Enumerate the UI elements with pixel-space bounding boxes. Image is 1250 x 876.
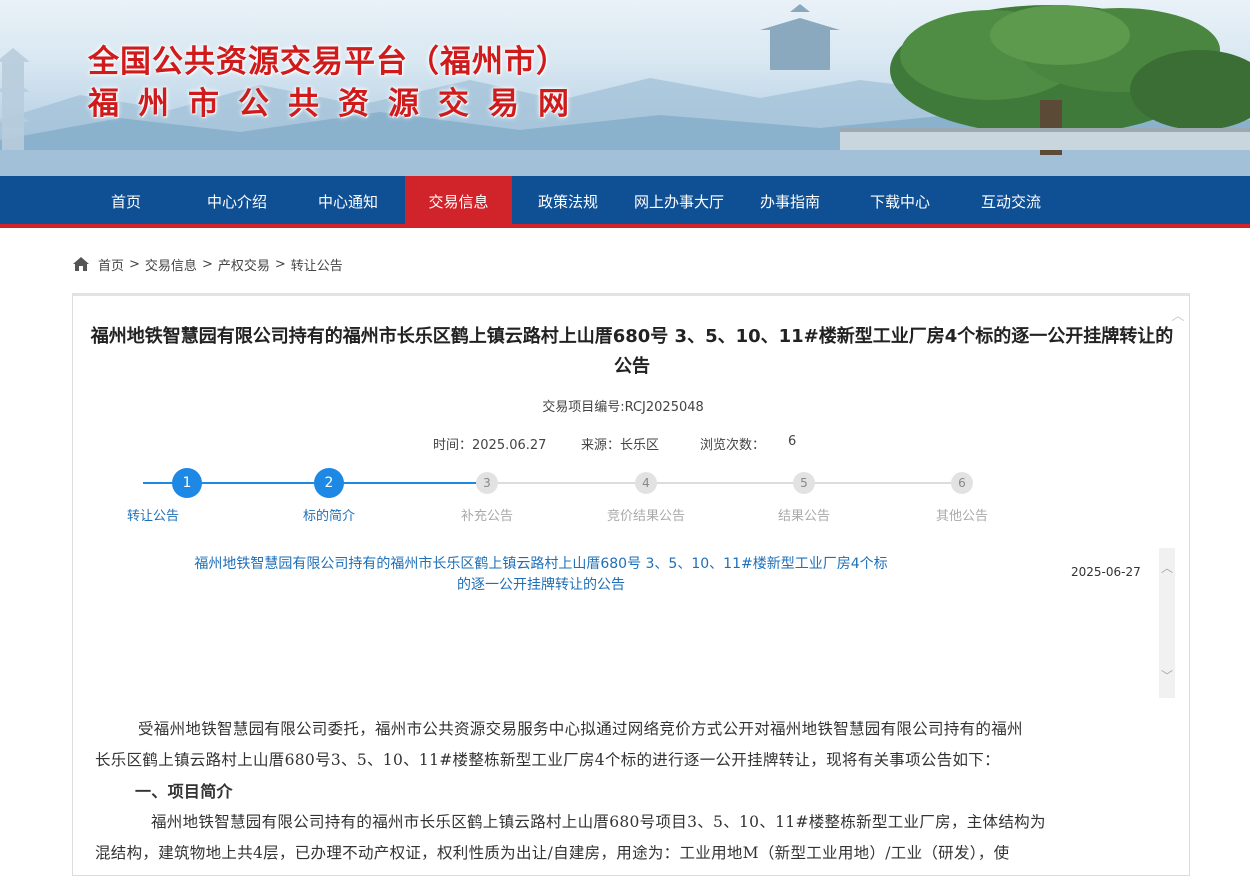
body-paragraph: 混结构，建筑物地上共4层，已办理不动产权证，权利性质为出让/自建房，用途为：工业… xyxy=(95,844,1010,862)
step-5-label[interactable]: 结果公告 xyxy=(734,505,874,524)
step-4-label[interactable]: 竞价结果公告 xyxy=(576,505,716,524)
chevron-up-icon[interactable]: ︿ xyxy=(1159,560,1175,576)
notice-scrollbar[interactable]: ︿ ﹀ xyxy=(1159,548,1175,698)
nav-item-interaction[interactable]: 互动交流 xyxy=(956,176,1066,228)
nav-item-trading-info[interactable]: 交易信息 xyxy=(405,176,512,228)
views-count: 6 xyxy=(788,434,797,449)
chevron-down-icon[interactable]: ﹀ xyxy=(1159,668,1175,684)
section-heading: 一、项目简介 xyxy=(135,782,233,801)
publish-time: 时间：2025.06.27 xyxy=(433,438,547,453)
article-title: 福州地铁智慧园有限公司持有的福州市长乐区鹤上镇云路村上山厝680号 3、5、10… xyxy=(90,326,1174,377)
article-body: 受福州地铁智慧园有限公司委托，福州市公共资源交易服务中心拟通过网络竞价方式公开对… xyxy=(95,714,1177,869)
nav-item-notices[interactable]: 中心通知 xyxy=(294,176,402,228)
source: 来源：长乐区 xyxy=(581,438,660,453)
body-paragraph: 福州地铁智慧园有限公司持有的福州市长乐区鹤上镇云路村上山厝680号项目3、5、1… xyxy=(151,813,1046,831)
breadcrumb: 首页 > 交易信息 > 产权交易 > 转让公告 xyxy=(72,254,343,274)
banner-title: 全国公共资源交易平台（福州市） xyxy=(88,44,568,80)
views-label: 浏览次数： xyxy=(700,438,766,453)
project-number: 交易项目编号:RCJ2025048 xyxy=(542,400,704,415)
step-1-label[interactable]: 转让公告 xyxy=(83,505,223,524)
nav-item-policies[interactable]: 政策法规 xyxy=(514,176,622,228)
step-2-label[interactable]: 标的简介 xyxy=(259,505,399,524)
steps-track-line xyxy=(488,482,963,484)
nav-item-home[interactable]: 首页 xyxy=(72,176,180,228)
nav-item-online-hall[interactable]: 网上办事大厅 xyxy=(622,176,736,228)
nav-item-about[interactable]: 中心介绍 xyxy=(183,176,291,228)
body-paragraph: 受福州地铁智慧园有限公司委托，福州市公共资源交易服务中心拟通过网络竞价方式公开对… xyxy=(138,720,1023,738)
step-4-circle[interactable]: 4 xyxy=(635,472,657,494)
banner-subtitle: 福州市公共资源交易网 xyxy=(88,86,588,122)
breadcrumb-property-trading[interactable]: 产权交易 xyxy=(218,255,270,274)
home-icon xyxy=(73,257,89,271)
notice-title-line: 福州地铁智慧园有限公司持有的福州市长乐区鹤上镇云路村上山厝680号 3、5、10… xyxy=(194,556,888,572)
article-panel: ︿ 福州地铁智慧园有限公司持有的福州市长乐区鹤上镇云路村上山厝680号 3、5、… xyxy=(72,293,1190,876)
breadcrumb-transfer-notice[interactable]: 转让公告 xyxy=(291,255,343,274)
step-3-circle[interactable]: 3 xyxy=(476,472,498,494)
breadcrumb-separator: > xyxy=(274,256,286,272)
notice-date: 2025-06-27 xyxy=(1071,565,1141,579)
step-6-circle[interactable]: 6 xyxy=(951,472,973,494)
breadcrumb-trading-info[interactable]: 交易信息 xyxy=(145,255,197,274)
step-1-circle[interactable]: 1 xyxy=(172,468,202,498)
notice-list: 福州地铁智慧园有限公司持有的福州市长乐区鹤上镇云路村上山厝680号 3、5、10… xyxy=(73,548,1175,698)
main-nav: 首页 中心介绍 中心通知 交易信息 政策法规 网上办事大厅 办事指南 下载中心 … xyxy=(0,176,1250,228)
site-banner: 全国公共资源交易平台（福州市） 福州市公共资源交易网 xyxy=(0,0,1250,176)
nav-item-guide[interactable]: 办事指南 xyxy=(736,176,844,228)
step-5-circle[interactable]: 5 xyxy=(793,472,815,494)
step-3-label[interactable]: 补充公告 xyxy=(417,505,557,524)
notice-title-line: 的逐一公开挂牌转让的公告 xyxy=(457,577,625,593)
breadcrumb-separator: > xyxy=(201,256,213,272)
step-2-circle[interactable]: 2 xyxy=(314,468,344,498)
nav-item-downloads[interactable]: 下载中心 xyxy=(846,176,954,228)
notice-link[interactable]: 福州地铁智慧园有限公司持有的福州市长乐区鹤上镇云路村上山厝680号 3、5、10… xyxy=(191,554,891,596)
breadcrumb-home[interactable]: 首页 xyxy=(98,255,124,274)
body-paragraph: 长乐区鹤上镇云路村上山厝680号3、5、10、11#楼整栋新型工业厂房4个标的进… xyxy=(95,751,1000,769)
breadcrumb-separator: > xyxy=(129,256,140,272)
step-6-label[interactable]: 其他公告 xyxy=(892,505,1032,524)
